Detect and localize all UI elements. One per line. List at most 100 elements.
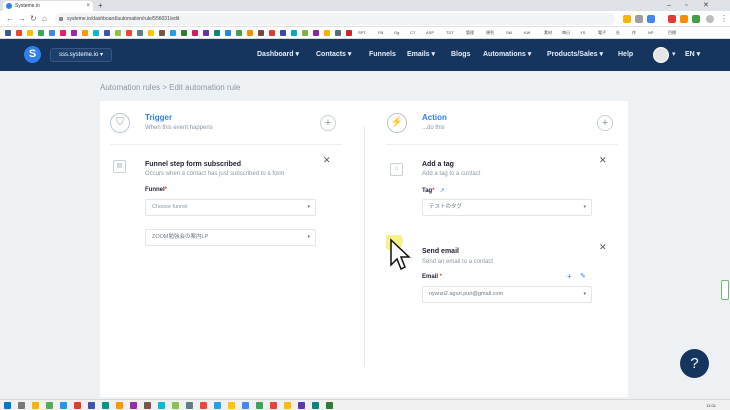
menu-icon[interactable]: ⋮ xyxy=(720,13,728,25)
taskbar-app-icon[interactable] xyxy=(144,402,151,409)
bookmark-icon[interactable] xyxy=(93,30,99,36)
new-tab-button[interactable]: + xyxy=(98,0,103,11)
remove-trigger-close-icon[interactable]: ✕ xyxy=(323,155,331,166)
bookmark-label[interactable]: 素材 xyxy=(544,27,552,39)
forward-icon[interactable]: → xyxy=(18,13,26,25)
bookmark-icon[interactable] xyxy=(313,30,319,36)
plus-icon[interactable]: + xyxy=(567,272,572,281)
taskbar-app-icon[interactable] xyxy=(158,402,165,409)
nav-funnels[interactable]: Funnels xyxy=(369,39,396,71)
url-field[interactable]: systeme.io/dashboard/automation/rule/556… xyxy=(55,13,615,25)
nav-contacts[interactable]: Contacts ▾ xyxy=(316,39,351,71)
bookmark-icon[interactable] xyxy=(280,30,286,36)
bookmark-icon[interactable] xyxy=(247,30,253,36)
taskbar-app-icon[interactable] xyxy=(88,402,95,409)
extension-icon[interactable] xyxy=(635,15,643,23)
browser-tab[interactable]: Systeme.io × xyxy=(3,1,93,11)
bookmark-icon[interactable] xyxy=(291,30,297,36)
bookmark-icon[interactable] xyxy=(82,30,88,36)
add-action-plus-icon[interactable]: + xyxy=(597,115,613,131)
nav-blogs[interactable]: Blogs xyxy=(451,39,470,71)
close-window-icon[interactable]: ✕ xyxy=(703,0,709,11)
bookmark-icon[interactable] xyxy=(126,30,132,36)
search-icon[interactable] xyxy=(18,402,25,409)
bookmark-icon[interactable] xyxy=(16,30,22,36)
bookmark-icon[interactable] xyxy=(170,30,176,36)
bookmark-icon[interactable] xyxy=(148,30,154,36)
bookmark-label[interactable]: 便利 xyxy=(486,27,494,39)
remove-tag-action-close-icon[interactable]: ✕ xyxy=(599,155,607,166)
pencil-icon[interactable]: ✎ xyxy=(580,272,586,280)
avatar-chevron-icon[interactable]: ▾ xyxy=(672,39,676,71)
taskbar-app-icon[interactable] xyxy=(214,402,221,409)
taskbar-app-icon[interactable] xyxy=(326,402,333,409)
bookmark-label[interactable]: 社 xyxy=(616,27,620,39)
avatar[interactable] xyxy=(653,47,669,63)
taskbar-app-icon[interactable] xyxy=(228,402,235,409)
taskbar-app-icon[interactable] xyxy=(200,402,207,409)
site-selector[interactable]: sss.systeme.io ▾ xyxy=(50,48,113,62)
taskbar-app-icon[interactable] xyxy=(116,402,123,409)
star-icon[interactable] xyxy=(623,15,631,23)
bookmark-icon[interactable] xyxy=(192,30,198,36)
taskbar-app-icon[interactable] xyxy=(312,402,319,409)
extension-icon[interactable] xyxy=(680,15,688,23)
bookmark-label[interactable]: YS xyxy=(580,27,585,39)
bookmark-label[interactable]: SPT xyxy=(358,27,366,39)
extension-icon[interactable] xyxy=(668,15,676,23)
bookmark-icon[interactable] xyxy=(159,30,165,36)
taskbar-app-icon[interactable] xyxy=(130,402,137,409)
systeme-logo[interactable]: S xyxy=(24,46,41,63)
side-panel-handle[interactable] xyxy=(721,280,729,300)
taskbar-app-icon[interactable] xyxy=(270,402,277,409)
bookmark-icon[interactable] xyxy=(38,30,44,36)
bookmark-icon[interactable] xyxy=(49,30,55,36)
bookmark-icon[interactable] xyxy=(203,30,209,36)
nav-products-sales[interactable]: Products/Sales ▾ xyxy=(547,39,603,71)
bookmark-icon[interactable] xyxy=(27,30,33,36)
bookmark-icon[interactable] xyxy=(181,30,187,36)
bookmark-icon[interactable] xyxy=(302,30,308,36)
bookmark-label[interactable]: 管理 xyxy=(466,27,474,39)
profile-icon[interactable] xyxy=(706,15,714,23)
system-clock[interactable]: 11:01 xyxy=(706,400,716,410)
tag-select[interactable]: テストのタグ ▾ xyxy=(422,199,592,216)
bookmark-label[interactable]: 電子 xyxy=(598,27,606,39)
add-trigger-plus-icon[interactable]: + xyxy=(320,115,336,131)
bookmark-icon[interactable] xyxy=(335,30,341,36)
taskbar-app-icon[interactable] xyxy=(46,402,53,409)
external-link-icon[interactable]: ↗ xyxy=(440,188,445,194)
taskbar-app-icon[interactable] xyxy=(256,402,263,409)
bookmark-icon[interactable] xyxy=(137,30,143,36)
bookmark-icon[interactable] xyxy=(324,30,330,36)
language-selector[interactable]: EN ▾ xyxy=(685,39,700,71)
nav-automations[interactable]: Automations ▾ xyxy=(483,39,531,71)
bookmark-icon[interactable] xyxy=(60,30,66,36)
bookmark-icon[interactable] xyxy=(225,30,231,36)
bookmark-icon[interactable] xyxy=(5,30,11,36)
bookmark-icon[interactable] xyxy=(269,30,275,36)
bookmark-label[interactable]: NP xyxy=(648,27,654,39)
close-tab-icon[interactable]: × xyxy=(86,1,90,11)
extension-icon[interactable] xyxy=(647,15,655,23)
bookmark-icon[interactable] xyxy=(115,30,121,36)
nav-dashboard[interactable]: Dashboard ▾ xyxy=(257,39,299,71)
maximize-icon[interactable]: ▫ xyxy=(685,0,687,11)
nav-help[interactable]: Help xyxy=(618,39,633,71)
bookmark-label[interactable]: KW xyxy=(524,27,530,39)
bookmark-label[interactable]: CT xyxy=(410,27,415,39)
taskbar-app-icon[interactable] xyxy=(284,402,291,409)
bookmark-label[interactable]: Gg xyxy=(394,27,399,39)
bookmark-icon[interactable] xyxy=(258,30,264,36)
bookmark-icon[interactable] xyxy=(214,30,220,36)
taskbar-app-icon[interactable] xyxy=(32,402,39,409)
bookmark-label[interactable]: ASP xyxy=(426,27,434,39)
start-icon[interactable] xyxy=(4,402,11,409)
bookmark-label[interactable]: 目標 xyxy=(668,27,676,39)
email-select[interactable]: nyansi2.aguri.puri@gmail.com ▾ xyxy=(422,286,592,303)
taskbar-app-icon[interactable] xyxy=(74,402,81,409)
bookmark-label[interactable]: FB xyxy=(378,27,383,39)
funnel-step-select[interactable]: ZOOM勉強会の案内LP ▾ xyxy=(145,229,316,246)
bookmark-icon[interactable] xyxy=(104,30,110,36)
bookmark-label[interactable]: SM xyxy=(506,27,512,39)
